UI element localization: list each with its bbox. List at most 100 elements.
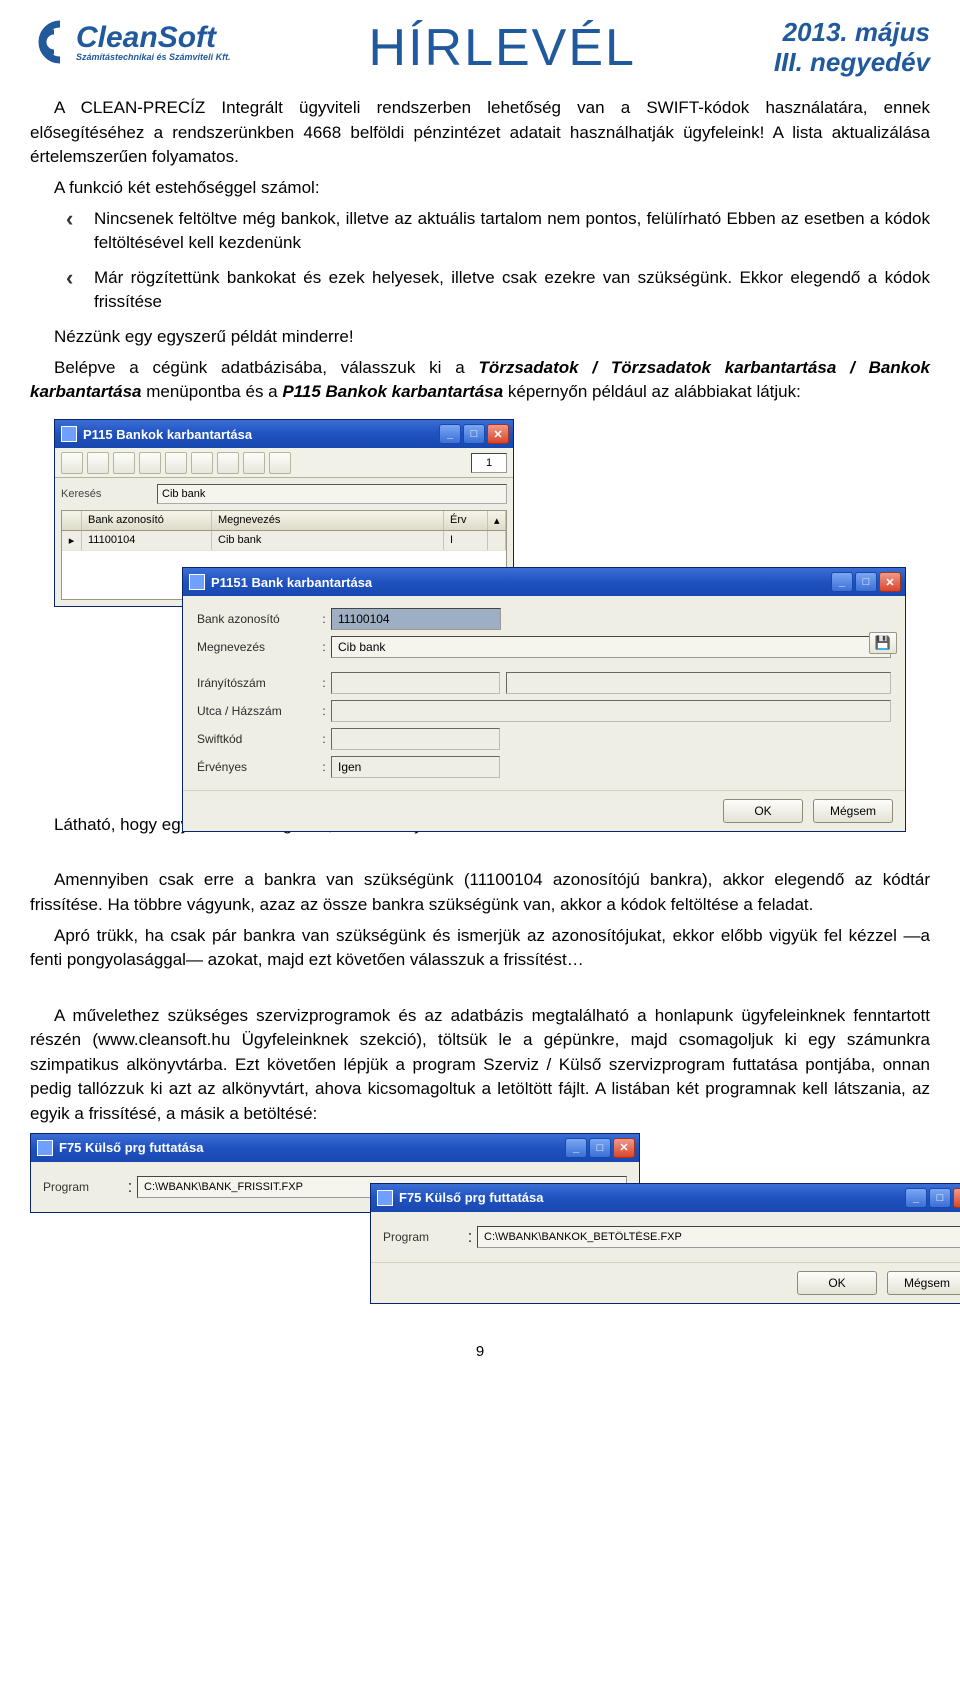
window-title: P1151 Bank karbantartása [211, 575, 372, 590]
text-span: Belépve a cégünk adatbázisába, válasszuk… [54, 358, 478, 377]
street-label: Utca / Házszám [197, 704, 317, 718]
maximize-button[interactable]: □ [929, 1188, 951, 1208]
window-title: F75 Külső prg futtatása [399, 1190, 543, 1205]
program-path-input[interactable] [477, 1226, 960, 1248]
screen-name: P115 Bankok karbantartása [282, 382, 503, 401]
titlebar-p115[interactable]: P115 Bankok karbantartása _ □ ✕ [55, 420, 513, 448]
swift-input[interactable] [331, 728, 500, 750]
button-row: OK Mégsem [183, 790, 905, 831]
save-icon[interactable]: 💾 [869, 632, 897, 654]
bullet-item: Már rögzítettünk bankokat és ezek helyes… [66, 266, 930, 315]
table-row[interactable]: ▸ 11100104 Cib bank I [62, 531, 506, 551]
cell-bank-id: 11100104 [82, 531, 212, 550]
paragraph-7: A művelethez szükséges szervizprogramok … [30, 1004, 930, 1127]
toolbar-button[interactable] [243, 452, 265, 474]
minimize-button[interactable]: _ [905, 1188, 927, 1208]
paragraph-6: Apró trükk, ha csak pár bankra van szüks… [30, 924, 930, 973]
toolbar-button[interactable] [165, 452, 187, 474]
col-bank-id[interactable]: Bank azonosító [82, 511, 212, 530]
minimize-button[interactable]: _ [439, 424, 461, 444]
valid-label: Érvényes [197, 760, 317, 774]
page-number: 9 [30, 1343, 930, 1360]
titlebar-f75-2[interactable]: F75 Külső prg futtatása _ □ ✕ [371, 1184, 960, 1212]
window-title: F75 Külső prg futtatása [59, 1140, 203, 1155]
toolbar-button[interactable] [191, 452, 213, 474]
window-p1151: P1151 Bank karbantartása _ □ ✕ 💾 Bank az… [182, 567, 906, 832]
newsletter-title-block: HÍRLEVÉL [231, 18, 774, 78]
program-row: Program: [371, 1212, 960, 1262]
toolbar-button[interactable] [269, 452, 291, 474]
grid-header: Bank azonosító Megnevezés Érv ▴ [62, 511, 506, 531]
minimize-button[interactable]: _ [565, 1138, 587, 1158]
logo-text: CleanSoft [76, 23, 231, 53]
street-input[interactable] [331, 700, 891, 722]
paragraph-5: Amennyiben csak erre a bankra van szüksé… [30, 868, 930, 917]
button-row: OK Mégsem [371, 1262, 960, 1303]
text-span: menüpontba és a [142, 382, 283, 401]
minimize-button[interactable]: _ [831, 572, 853, 592]
search-label: Keresés [61, 488, 151, 500]
window-icon [37, 1140, 53, 1156]
logo-subtitle: Számítástechnikai és Számviteli Kft. [76, 53, 231, 62]
cancel-button[interactable]: Mégsem [813, 799, 893, 823]
newsletter-title: HÍRLEVÉL [231, 18, 774, 78]
date-line2: III. negyedév [774, 48, 930, 78]
article-body-2: Látható, hogy egy bank van rögzítve, az … [30, 813, 930, 1127]
date-line1: 2013. május [774, 18, 930, 48]
search-input[interactable] [157, 484, 507, 504]
titlebar-p1151[interactable]: P1151 Bank karbantartása _ □ ✕ [183, 568, 905, 596]
program-label: Program [43, 1180, 123, 1194]
close-button[interactable]: ✕ [879, 572, 901, 592]
screenshot-external-prg: F75 Külső prg futtatása _ □ ✕ Program: F… [30, 1133, 930, 1333]
maximize-button[interactable]: □ [855, 572, 877, 592]
titlebar-f75-1[interactable]: F75 Külső prg futtatása _ □ ✕ [31, 1134, 639, 1162]
toolbar-button[interactable] [217, 452, 239, 474]
toolbar: 1 [55, 448, 513, 478]
page-indicator[interactable]: 1 [471, 453, 507, 473]
ok-button[interactable]: OK [723, 799, 803, 823]
ok-button[interactable]: OK [797, 1271, 877, 1295]
close-button[interactable]: ✕ [613, 1138, 635, 1158]
paragraph-3a: Nézzünk egy egyszerű példát minderre! [30, 325, 930, 350]
window-icon [377, 1190, 393, 1206]
paragraph-2: A funkció két estehőséggel számol: [30, 176, 930, 201]
close-button[interactable]: ✕ [953, 1188, 960, 1208]
page-header: CleanSoft Számítástechnikai és Számvitel… [30, 18, 930, 78]
logo-block: CleanSoft Számítástechnikai és Számvitel… [30, 18, 231, 66]
zip-input[interactable] [331, 672, 500, 694]
bullet-item: Nincsenek feltöltve még bankok, illetve … [66, 207, 930, 256]
search-row: Keresés [55, 478, 513, 510]
paragraph-3b: Belépve a cégünk adatbázisába, válasszuk… [30, 356, 930, 405]
scroll-up-icon[interactable]: ▴ [488, 511, 506, 530]
toolbar-button[interactable] [139, 452, 161, 474]
toolbar-button[interactable] [87, 452, 109, 474]
valid-input[interactable] [331, 756, 500, 778]
col-name[interactable]: Megnevezés [212, 511, 444, 530]
article-body: A CLEAN-PRECÍZ Integrált ügyviteli rends… [30, 96, 930, 405]
window-icon [61, 426, 77, 442]
logo-icon [30, 18, 70, 66]
col-valid[interactable]: Érv [444, 511, 488, 530]
text-span: képernyőn például az alábbiakat látjuk: [503, 382, 801, 401]
cell-valid: I [444, 531, 488, 550]
maximize-button[interactable]: □ [589, 1138, 611, 1158]
toolbar-button[interactable] [61, 452, 83, 474]
swift-label: Swiftkód [197, 732, 317, 746]
close-button[interactable]: ✕ [487, 424, 509, 444]
program-label: Program [383, 1230, 463, 1244]
zip-label: Irányítószám [197, 676, 317, 690]
city-input[interactable] [506, 672, 891, 694]
cancel-button[interactable]: Mégsem [887, 1271, 960, 1295]
name-label: Megnevezés [197, 640, 317, 654]
bullet-list: Nincsenek feltöltve még bankok, illetve … [66, 207, 930, 316]
maximize-button[interactable]: □ [463, 424, 485, 444]
paragraph-1: A CLEAN-PRECÍZ Integrált ügyviteli rends… [30, 96, 930, 170]
cell-name: Cib bank [212, 531, 444, 550]
toolbar-button[interactable] [113, 452, 135, 474]
bank-id-label: Bank azonosító [197, 612, 317, 626]
date-block: 2013. május III. negyedév [774, 18, 930, 78]
row-marker-icon: ▸ [62, 531, 82, 550]
window-icon [189, 574, 205, 590]
bank-id-input[interactable] [331, 608, 501, 630]
name-input[interactable] [331, 636, 891, 658]
